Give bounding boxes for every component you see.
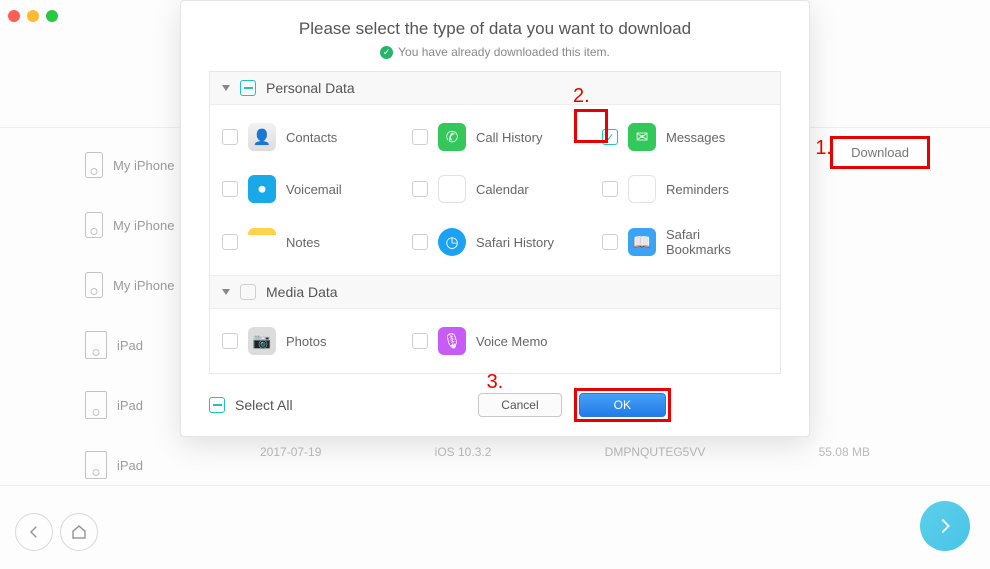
item-checkbox[interactable] [412, 234, 428, 250]
item-label: Voice Memo [476, 334, 548, 349]
device-icon [85, 272, 103, 298]
item-checkbox[interactable] [602, 181, 618, 197]
background-row: 2017-07-19 iOS 10.3.2 DMPNQUTEG5VV 55.08… [260, 445, 870, 459]
item-checkbox[interactable] [412, 181, 428, 197]
annotation-3: 3. [487, 371, 504, 394]
close-icon[interactable] [8, 10, 20, 22]
nav-next-button[interactable] [920, 501, 970, 551]
call-history-icon: ✆ [438, 123, 466, 151]
calendar-icon: 3 [438, 175, 466, 203]
sidebar-device[interactable]: iPad [85, 315, 195, 375]
item-label: Call History [476, 130, 542, 145]
voice-memo-icon: 🎙 [438, 327, 466, 355]
item-checkbox[interactable] [222, 234, 238, 250]
safari-history-icon: ◷ [438, 228, 466, 256]
minimize-icon[interactable] [27, 10, 39, 22]
data-type-panel: Personal Data 👤 Contacts ✆ Call History ✉ Mess… [209, 71, 781, 374]
data-item[interactable]: ◷ Safari History [400, 215, 590, 269]
device-label: iPad [117, 458, 143, 473]
item-label: Reminders [666, 182, 729, 197]
sidebar-device[interactable]: My iPhone [85, 255, 195, 315]
device-label: iPad [117, 338, 143, 353]
device-sidebar: My iPhone My iPhone My iPhone iPad iPad iPad [85, 135, 195, 495]
window-traffic-lights[interactable] [8, 10, 58, 22]
item-label: Notes [286, 235, 320, 250]
bg-serial: DMPNQUTEG5VV [605, 445, 706, 459]
data-item[interactable]: 3 Calendar [400, 163, 590, 215]
chevron-down-icon [222, 289, 230, 295]
item-label: Safari History [476, 235, 554, 250]
ok-button[interactable]: OK [579, 393, 666, 417]
modal-subtitle: ✓You have already downloaded this item. [181, 45, 809, 59]
zoom-icon[interactable] [46, 10, 58, 22]
section-header[interactable]: Personal Data [210, 72, 780, 105]
bg-ios: iOS 10.3.2 [435, 445, 492, 459]
modal-title: Please select the type of data you want … [181, 19, 809, 39]
annotation-2: 2. [573, 85, 590, 108]
reminders-icon: ☰ [628, 175, 656, 203]
select-all-label: Select All [235, 397, 293, 413]
photos-icon: 📷 [248, 327, 276, 355]
item-label: Photos [286, 334, 326, 349]
contacts-icon: 👤 [248, 123, 276, 151]
item-label: Voicemail [286, 182, 342, 197]
safari-bookmarks-icon: 📖 [628, 228, 656, 256]
item-label: Safari Bookmarks [666, 227, 768, 257]
device-label: My iPhone [113, 218, 174, 233]
data-item[interactable]: Notes [210, 215, 400, 269]
data-item[interactable]: 📖 Safari Bookmarks [590, 215, 780, 269]
nav-back-button[interactable] [15, 513, 53, 551]
item-checkbox[interactable] [222, 181, 238, 197]
download-button[interactable]: Download [830, 136, 930, 169]
nav-home-button[interactable] [60, 513, 98, 551]
cancel-button[interactable]: Cancel [478, 393, 561, 417]
device-label: iPad [117, 398, 143, 413]
device-icon [85, 152, 103, 178]
device-label: My iPhone [113, 278, 174, 293]
data-item[interactable]: ⏺ Voicemail [210, 163, 400, 215]
select-all-checkbox[interactable] [209, 397, 225, 413]
item-checkbox[interactable] [602, 234, 618, 250]
sidebar-device[interactable]: iPad [85, 435, 195, 495]
data-item[interactable]: ☰ Reminders [590, 163, 780, 215]
data-item[interactable]: ✆ Call History [400, 111, 590, 163]
section-checkbox[interactable] [240, 284, 256, 300]
sidebar-device[interactable]: My iPhone [85, 135, 195, 195]
device-icon [85, 451, 107, 479]
item-checkbox[interactable] [412, 333, 428, 349]
data-item[interactable]: 👤 Contacts [210, 111, 400, 163]
select-data-modal: Please select the type of data you want … [180, 0, 810, 437]
item-label: Contacts [286, 130, 337, 145]
annotation-2-box [574, 109, 608, 143]
select-all[interactable]: Select All [209, 397, 293, 413]
messages-icon: ✉ [628, 123, 656, 151]
chevron-down-icon [222, 85, 230, 91]
item-checkbox[interactable] [222, 333, 238, 349]
data-item[interactable]: 🎙 Voice Memo [400, 315, 590, 367]
item-checkbox[interactable] [222, 129, 238, 145]
item-label: Calendar [476, 182, 529, 197]
bg-date: 2017-07-19 [260, 445, 321, 459]
data-item[interactable]: ✉ Messages [590, 111, 780, 163]
section-title: Personal Data [266, 80, 355, 96]
item-label: Messages [666, 130, 725, 145]
sidebar-device[interactable]: My iPhone [85, 195, 195, 255]
device-label: My iPhone [113, 158, 174, 173]
annotation-3-box: OK [574, 388, 671, 422]
bg-size: 55.08 MB [819, 445, 870, 459]
section-header[interactable]: Media Data [210, 275, 780, 309]
device-icon [85, 331, 107, 359]
section-title: Media Data [266, 284, 338, 300]
data-item[interactable]: 📷 Photos [210, 315, 400, 367]
section-checkbox[interactable] [240, 80, 256, 96]
voicemail-icon: ⏺ [248, 175, 276, 203]
device-icon [85, 212, 103, 238]
sidebar-device[interactable]: iPad [85, 375, 195, 435]
check-circle-icon: ✓ [380, 46, 393, 59]
notes-icon [248, 228, 276, 256]
device-icon [85, 391, 107, 419]
item-checkbox[interactable] [412, 129, 428, 145]
